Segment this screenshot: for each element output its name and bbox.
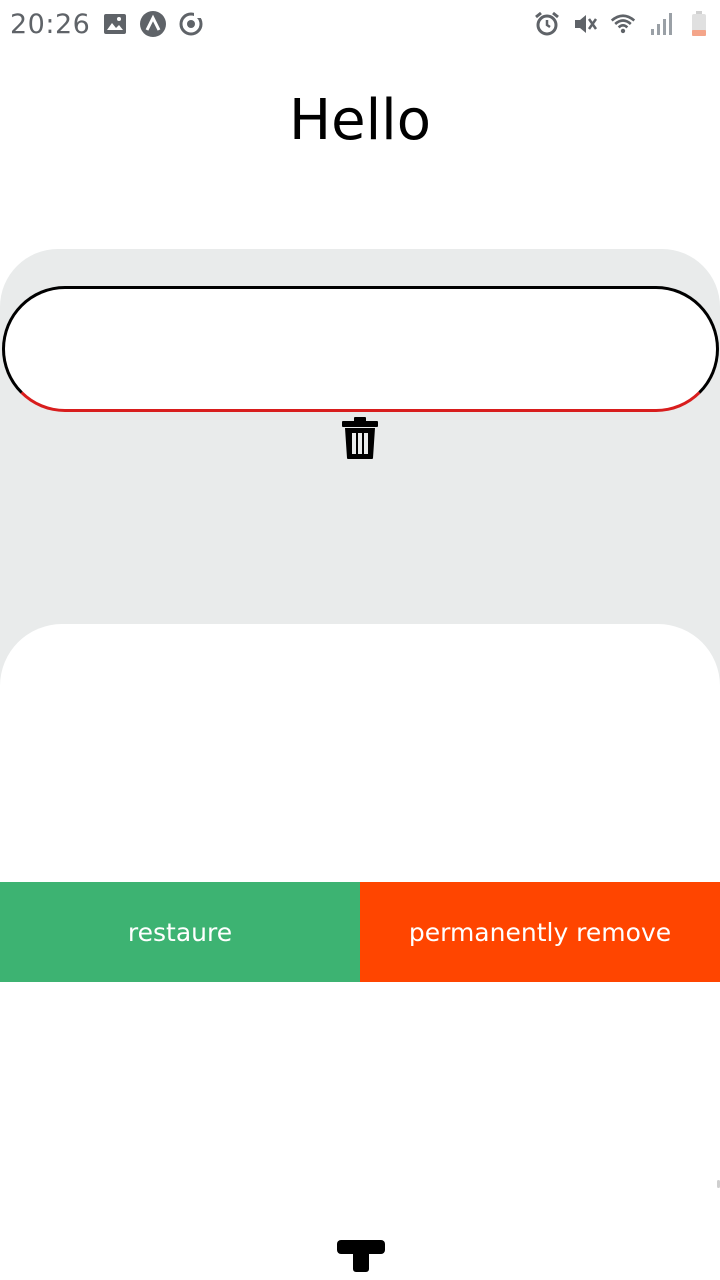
- drag-handle-icon[interactable]: [337, 1240, 385, 1274]
- status-bar: 20:26: [0, 0, 720, 48]
- status-left: 20:26: [10, 9, 204, 40]
- text-input-field[interactable]: [2, 286, 719, 412]
- restore-button[interactable]: restaure: [0, 882, 360, 982]
- permanently-remove-button[interactable]: permanently remove: [360, 882, 720, 982]
- signal-icon: [648, 11, 674, 37]
- app-a-icon: [140, 11, 167, 37]
- battery-icon: [686, 11, 712, 37]
- status-right: [534, 11, 712, 37]
- image-icon: [102, 11, 128, 37]
- page-title: Hello: [289, 88, 431, 153]
- wifi-icon: [610, 11, 636, 37]
- restore-button-label: restaure: [127, 917, 233, 947]
- mute-icon: [572, 11, 598, 37]
- status-time: 20:26: [10, 8, 91, 40]
- permanently-remove-button-label: permanently remove: [408, 917, 672, 947]
- sync-icon: [178, 11, 204, 37]
- trash-icon[interactable]: [341, 416, 379, 460]
- action-bar: restaure permanently remove: [0, 882, 720, 982]
- screen: 20:26 Hello restaure permanently remove: [0, 0, 720, 1280]
- alarm-icon: [534, 11, 560, 37]
